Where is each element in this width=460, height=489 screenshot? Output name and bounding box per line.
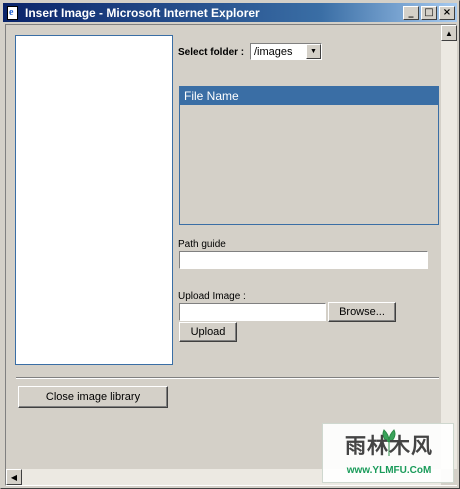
file-list[interactable]: File Name (179, 86, 439, 225)
watermark-url: www.YLMFU.CoM (346, 465, 432, 476)
close-button[interactable]: × (439, 5, 455, 20)
path-guide-input[interactable] (179, 251, 428, 269)
dialog-client-area: Select folder : /images ▼ File Name Path… (5, 24, 457, 486)
scroll-left-arrow-icon[interactable]: ◀ (6, 469, 22, 485)
watermark-text: 雨林木风 (345, 435, 433, 458)
dropdown-arrow-icon[interactable]: ▼ (306, 44, 321, 59)
folder-select[interactable]: /images ▼ (250, 43, 322, 60)
divider (16, 377, 439, 379)
title-bar[interactable]: e Insert Image - Microsoft Internet Expl… (3, 3, 457, 22)
scroll-up-arrow-icon[interactable]: ▲ (441, 25, 457, 41)
watermark-logo: 雨林木风 www.YLMFU.CoM (322, 423, 454, 483)
maximize-button[interactable]: □ (421, 5, 437, 20)
window-title: Insert Image - Microsoft Internet Explor… (25, 5, 260, 20)
upload-button[interactable]: Upload (179, 322, 237, 342)
upload-file-input[interactable] (179, 303, 326, 321)
minimize-button[interactable]: _ (403, 5, 419, 20)
file-name-column-header: File Name (180, 87, 438, 105)
ie-page-icon: e (5, 5, 21, 21)
ie-window: e Insert Image - Microsoft Internet Expl… (0, 0, 460, 489)
select-folder-label: Select folder : (178, 47, 245, 58)
path-guide-label: Path guide (178, 239, 226, 250)
close-image-library-button[interactable]: Close image library (18, 386, 168, 408)
vertical-scrollbar[interactable]: ▲ (441, 25, 457, 469)
folder-select-value: /images (254, 45, 293, 58)
upload-image-label: Upload Image : (178, 291, 246, 302)
image-preview-area (15, 35, 173, 365)
browse-button[interactable]: Browse... (328, 302, 396, 322)
insert-image-panel: Select folder : /images ▼ File Name Path… (6, 25, 441, 469)
